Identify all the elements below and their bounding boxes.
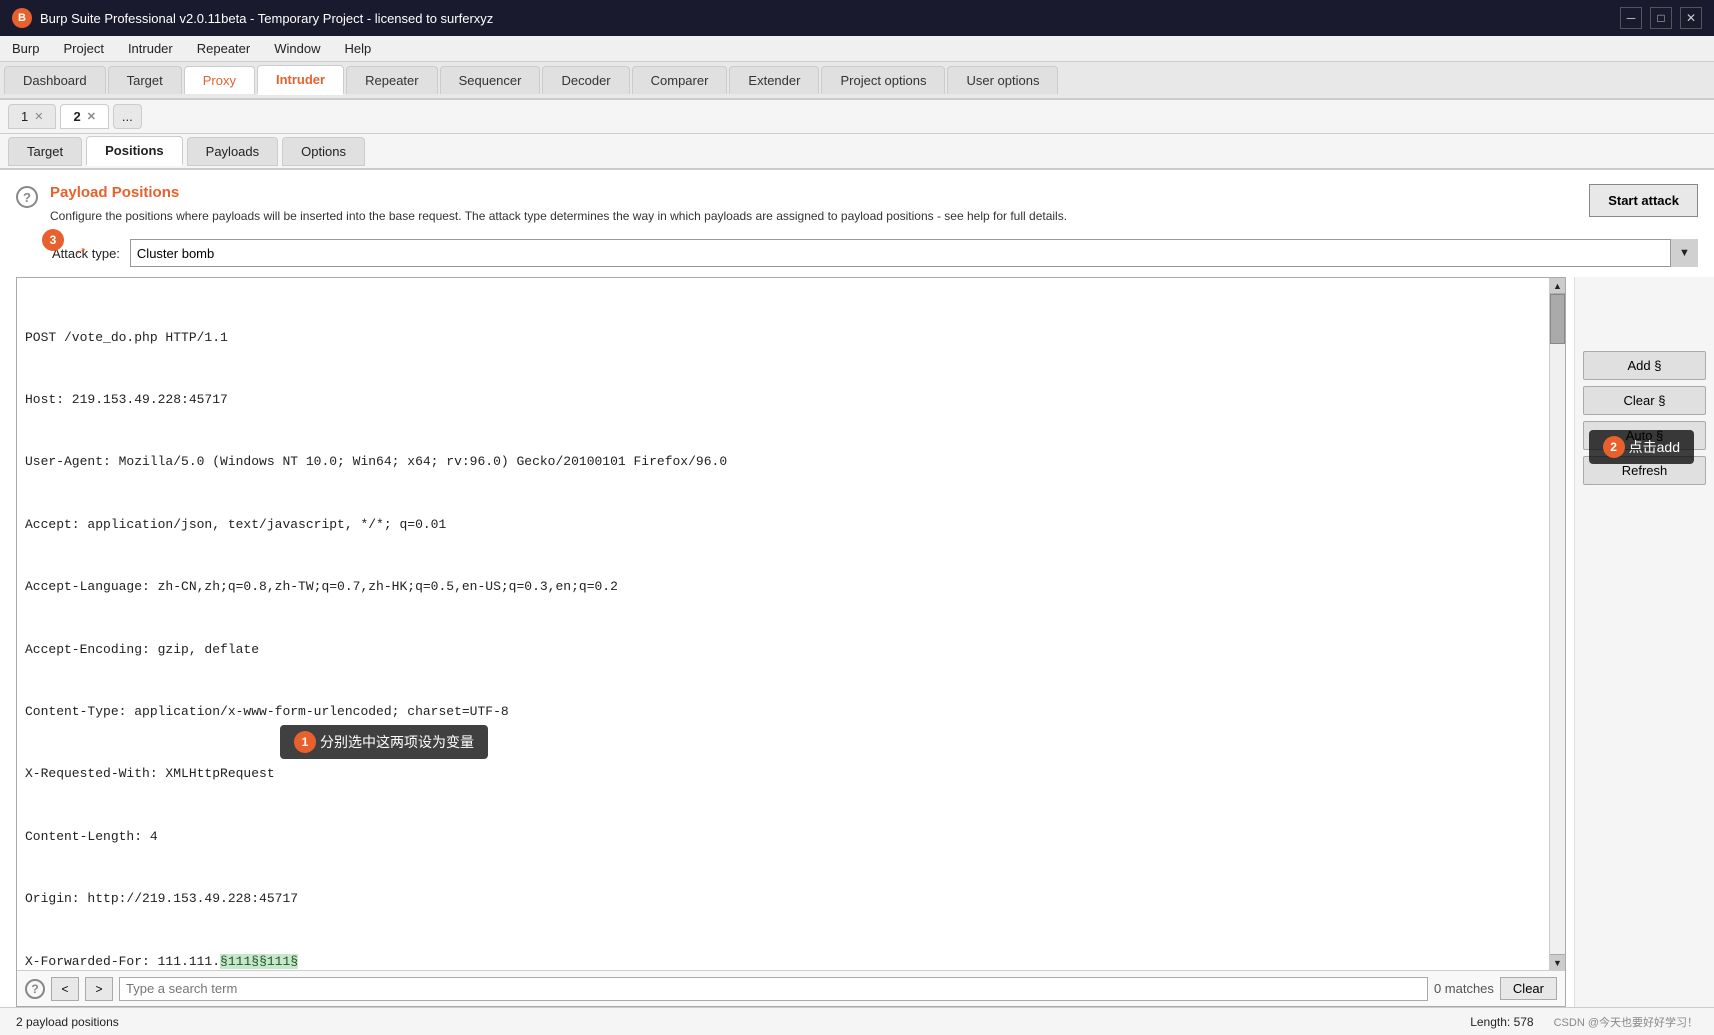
intruder-tab-bar: 1 ✕ 2 ✕ ... <box>0 100 1714 134</box>
request-line: POST /vote_do.php HTTP/1.1 <box>25 328 1541 349</box>
intruder-tab-2[interactable]: 2 ✕ <box>60 104 108 129</box>
highlight-section-2: §111§ <box>259 954 298 969</box>
add-section-button[interactable]: Add § <box>1583 351 1706 380</box>
tab-positions[interactable]: Positions <box>86 136 183 166</box>
tab-user-options[interactable]: User options <box>947 66 1058 94</box>
inner-tab-bar: Target Positions Payloads Options <box>0 134 1714 170</box>
attack-type-wrapper: Cluster bomb Sniper Battering ram Pitchf… <box>130 239 1698 267</box>
search-clear-button[interactable]: Clear <box>1500 977 1557 1000</box>
content-area: Start attack ? Payload Positions Configu… <box>0 170 1714 1035</box>
menu-project[interactable]: Project <box>59 39 107 58</box>
minimize-button[interactable]: ─ <box>1620 7 1642 29</box>
right-panel: Add § Clear § Auto § Refresh <box>1574 277 1714 1007</box>
search-bar: ? < > 0 matches Clear <box>17 970 1565 1006</box>
request-line: User-Agent: Mozilla/5.0 (Windows NT 10.0… <box>25 452 1541 473</box>
clear-section-button[interactable]: Clear § <box>1583 386 1706 415</box>
help-icon[interactable]: ? <box>16 186 38 208</box>
tab-repeater[interactable]: Repeater <box>346 66 437 94</box>
app-icon: B <box>12 8 32 28</box>
request-line: Accept-Encoding: gzip, deflate <box>25 640 1541 661</box>
request-line: Accept: application/json, text/javascrip… <box>25 515 1541 536</box>
request-line: Origin: http://219.153.49.228:45717 <box>25 889 1541 910</box>
search-next-button[interactable]: > <box>85 977 113 1001</box>
tab-proxy[interactable]: Proxy <box>184 66 255 94</box>
tab-project-options[interactable]: Project options <box>821 66 945 94</box>
payload-positions-title: Payload Positions <box>50 184 1067 201</box>
annotation-text-1: 分别选中这两项设为变量 <box>320 732 474 752</box>
menu-bar: Burp Project Intruder Repeater Window He… <box>0 36 1714 62</box>
length-indicator: Length: 578 <box>1470 1015 1533 1029</box>
maximize-button[interactable]: □ <box>1650 7 1672 29</box>
scroll-down-button[interactable]: ▼ <box>1550 954 1565 970</box>
more-tabs-button[interactable]: ... <box>113 104 142 129</box>
tab-target-inner[interactable]: Target <box>8 137 82 166</box>
tab-extender[interactable]: Extender <box>729 66 819 94</box>
payload-positions-description: Configure the positions where payloads w… <box>50 207 1067 225</box>
search-matches: 0 matches <box>1434 981 1494 996</box>
main-tab-bar: Dashboard Target Proxy Intruder Repeater… <box>0 62 1714 100</box>
request-line: Accept-Language: zh-CN,zh;q=0.8,zh-TW;q=… <box>25 577 1541 598</box>
attack-type-select[interactable]: Cluster bomb Sniper Battering ram Pitchf… <box>130 239 1698 267</box>
request-line-xforward: X-Forwarded-For: 111.111.§111§§111§ <box>25 952 1541 971</box>
tab-comparer[interactable]: Comparer <box>632 66 728 94</box>
highlight-section-1: §111§ <box>220 954 259 969</box>
tab-decoder[interactable]: Decoder <box>542 66 629 94</box>
attack-type-row: 3 → Attack type: Cluster bomb Sniper Bat… <box>0 233 1714 277</box>
annotation-tooltip-1: 1 分别选中这两项设为变量 <box>280 725 488 759</box>
tab-sequencer[interactable]: Sequencer <box>440 66 541 94</box>
close-tab-2-icon[interactable]: ✕ <box>87 110 96 123</box>
close-button[interactable]: ✕ <box>1680 7 1702 29</box>
start-attack-button[interactable]: Start attack <box>1589 184 1698 217</box>
menu-help[interactable]: Help <box>340 39 375 58</box>
close-tab-1-icon[interactable]: ✕ <box>34 110 43 123</box>
tab-dashboard[interactable]: Dashboard <box>4 66 106 94</box>
payload-count: 2 payload positions <box>16 1015 119 1029</box>
tab-intruder[interactable]: Intruder <box>257 65 344 95</box>
title-bar: B Burp Suite Professional v2.0.11beta - … <box>0 0 1714 36</box>
search-help-icon[interactable]: ? <box>25 979 45 999</box>
tab-options[interactable]: Options <box>282 137 365 166</box>
menu-window[interactable]: Window <box>270 39 324 58</box>
status-bar: 2 payload positions Length: 578 CSDN @今天… <box>0 1007 1714 1035</box>
menu-burp[interactable]: Burp <box>8 39 43 58</box>
annotation-text-2: 点击add <box>1629 437 1680 457</box>
scroll-up-button[interactable]: ▲ <box>1550 278 1565 294</box>
request-editor[interactable]: POST /vote_do.php HTTP/1.1 Host: 219.153… <box>17 278 1549 970</box>
menu-intruder[interactable]: Intruder <box>124 39 177 58</box>
window-title: Burp Suite Professional v2.0.11beta - Te… <box>40 11 493 26</box>
tab-payloads[interactable]: Payloads <box>187 137 278 166</box>
payload-positions-header: ? Payload Positions Configure the positi… <box>0 170 1714 233</box>
annotation-tooltip-2: 2 点击add <box>1589 430 1694 464</box>
scrollbar-thumb[interactable] <box>1550 294 1565 344</box>
request-line: Content-Length: 4 <box>25 827 1541 848</box>
annotation-badge-3: 3 <box>42 229 64 251</box>
menu-repeater[interactable]: Repeater <box>193 39 254 58</box>
intruder-tab-1[interactable]: 1 ✕ <box>8 104 56 129</box>
request-line: X-Requested-With: XMLHttpRequest <box>25 764 1541 785</box>
search-prev-button[interactable]: < <box>51 977 79 1001</box>
annotation-badge-1: 1 <box>294 731 316 753</box>
request-line: Content-Type: application/x-www-form-url… <box>25 702 1541 723</box>
search-input[interactable] <box>119 977 1428 1001</box>
tab-target[interactable]: Target <box>108 66 182 94</box>
request-line: Host: 219.153.49.228:45717 <box>25 390 1541 411</box>
annotation-badge-2: 2 <box>1603 436 1625 458</box>
csdn-credit: CSDN @今天也要好好学习！ <box>1554 1014 1698 1030</box>
